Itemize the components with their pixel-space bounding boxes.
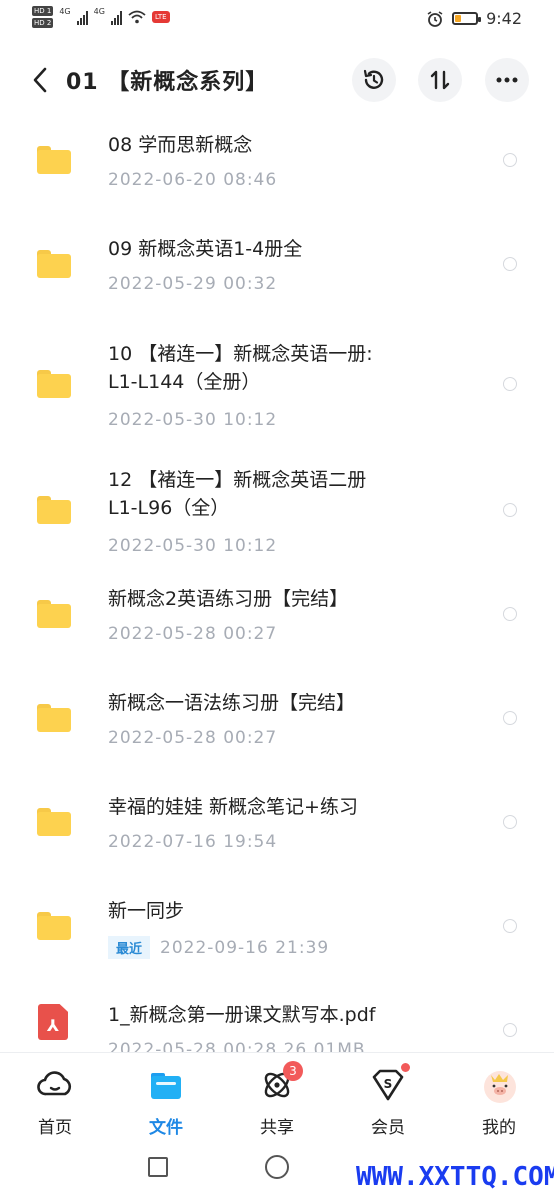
file-date: 2022-05-28 00:28 26.01MB [108,1040,366,1052]
share-orbit-icon: 3 [259,1061,303,1103]
file-name: 新一同步 [108,900,185,922]
file-date: 2022-06-20 08:46 [108,170,278,190]
home-button[interactable] [265,1155,289,1179]
file-date-row: 最近 2022-09-16 21:39 [108,936,329,959]
folder-icon [37,912,71,940]
wifi-icon [128,10,146,24]
folder-icon [37,250,71,278]
status-left: HD 1 HD 2 4G 4G LTE [32,6,170,28]
history-icon [363,69,384,89]
file-date: 2022-05-29 00:32 [108,274,278,294]
list-item[interactable]: 幸福的娃娃 新概念笔记+练习 2022-07-16 19:54 [0,772,554,876]
select-radio[interactable] [503,503,517,517]
page-header: 01 【新概念系列】 [0,52,554,108]
file-date: 2022-05-30 10:12 [108,536,278,556]
pdf-file-icon: ⅄ [38,1004,68,1040]
share-badge: 3 [283,1061,303,1081]
select-radio[interactable] [503,257,517,271]
more-button[interactable] [485,58,529,102]
more-icon [496,77,518,83]
folder-icon [148,1067,184,1103]
nav-me-label: 我的 [482,1118,516,1138]
folder-icon [37,146,71,174]
nav-vip[interactable]: S 会员 [348,1063,428,1138]
sim1-label: HD 1 [32,6,54,16]
svg-text:S: S [384,1077,393,1091]
vip-dot [401,1063,410,1072]
app-notification-badge: LTE [151,11,170,23]
folder-icon [37,600,71,628]
file-date: 2022-05-28 00:27 [108,624,278,644]
file-name: 新概念一语法练习册【完结】 [108,692,356,714]
battery-icon [452,12,482,25]
file-name: 1_新概念第一册课文默写本.pdf [108,1004,376,1026]
watermark-text: WWW.XXTTQ.COM [356,1162,554,1192]
file-name: 09 新概念英语1-4册全 [108,238,303,260]
recent-tag: 最近 [108,936,151,959]
list-item[interactable]: 新概念一语法练习册【完结】 2022-05-28 00:27 [0,668,554,772]
back-icon [33,67,47,93]
folder-icon [37,808,71,836]
vip-diamond-icon: S [370,1063,410,1103]
select-radio[interactable] [503,919,517,933]
nav-files[interactable]: 文件 [126,1067,206,1138]
select-radio[interactable] [503,377,517,391]
file-name-line2: L1-L96（全） [108,497,230,519]
select-radio[interactable] [503,607,517,621]
network1-label: 4G [59,6,71,16]
file-name-line2: L1-L144（全册） [108,371,261,393]
back-button[interactable] [22,62,58,98]
file-date: 2022-05-30 10:12 [108,410,278,430]
select-radio[interactable] [503,1023,517,1037]
select-radio[interactable] [503,153,517,167]
sim-indicators: HD 1 HD 2 [32,6,54,28]
file-date: 2022-05-28 00:27 [108,728,278,748]
nav-files-label: 文件 [149,1118,183,1138]
status-right: 9:42 [426,9,522,28]
select-radio[interactable] [503,711,517,725]
status-bar: HD 1 HD 2 4G 4G LTE 9:42 [0,0,554,40]
file-list: 08 学而思新概念 2022-06-20 08:46 09 新概念英语1-4册全… [0,118,554,1052]
nav-home-label: 首页 [38,1118,72,1138]
bottom-nav: 首页 文件 3 共享 S 会员 我的 [0,1052,554,1145]
nav-share-label: 共享 [260,1118,294,1138]
folder-icon [37,704,71,732]
sort-button[interactable] [418,58,462,102]
alarm-icon [427,10,443,27]
list-item[interactable]: 10 【褚连一】新概念英语一册: L1-L144（全册） 2022-05-30 … [0,326,554,452]
history-button[interactable] [352,58,396,102]
signal2-icon [110,9,122,25]
status-time: 9:42 [486,9,522,28]
list-item[interactable]: ⅄ 1_新概念第一册课文默写本.pdf 2022-05-28 00:28 26.… [0,980,554,1052]
file-date: 2022-07-16 19:54 [108,832,278,852]
folder-icon [37,370,71,398]
list-item[interactable]: 12 【褚连一】新概念英语二册 L1-L96（全） 2022-05-30 10:… [0,452,554,564]
nav-home[interactable]: 首页 [15,1067,95,1138]
sort-icon [430,70,450,90]
nav-me[interactable]: 我的 [459,1067,539,1138]
page-title: 01 【新概念系列】 [66,70,269,95]
file-name: 幸福的娃娃 新概念笔记+练习 [108,796,358,818]
system-nav-bar: WWW.XXTTQ.COM [0,1144,554,1200]
file-name: 新概念2英语练习册【完结】 [108,588,349,610]
list-item[interactable]: 新一同步 最近 2022-09-16 21:39 [0,876,554,980]
file-name: 08 学而思新概念 [108,134,253,156]
recents-button[interactable] [148,1157,168,1177]
folder-icon [37,496,71,524]
network2-label: 4G [93,6,105,16]
list-item[interactable]: 08 学而思新概念 2022-06-20 08:46 [0,118,554,222]
file-name-line1: 10 【褚连一】新概念英语一册: [108,343,373,365]
file-date: 2022-09-16 21:39 [160,938,330,958]
pig-avatar-icon [481,1067,517,1103]
nav-share[interactable]: 3 共享 [237,1061,317,1138]
select-radio[interactable] [503,815,517,829]
signal1-icon [76,9,88,25]
nav-vip-label: 会员 [371,1118,405,1138]
file-name-line1: 12 【褚连一】新概念英语二册 [108,469,367,491]
list-item[interactable]: 09 新概念英语1-4册全 2022-05-29 00:32 [0,222,554,326]
cloud-home-icon [37,1067,73,1103]
sim2-label: HD 2 [32,18,54,28]
list-item[interactable]: 新概念2英语练习册【完结】 2022-05-28 00:27 [0,564,554,668]
